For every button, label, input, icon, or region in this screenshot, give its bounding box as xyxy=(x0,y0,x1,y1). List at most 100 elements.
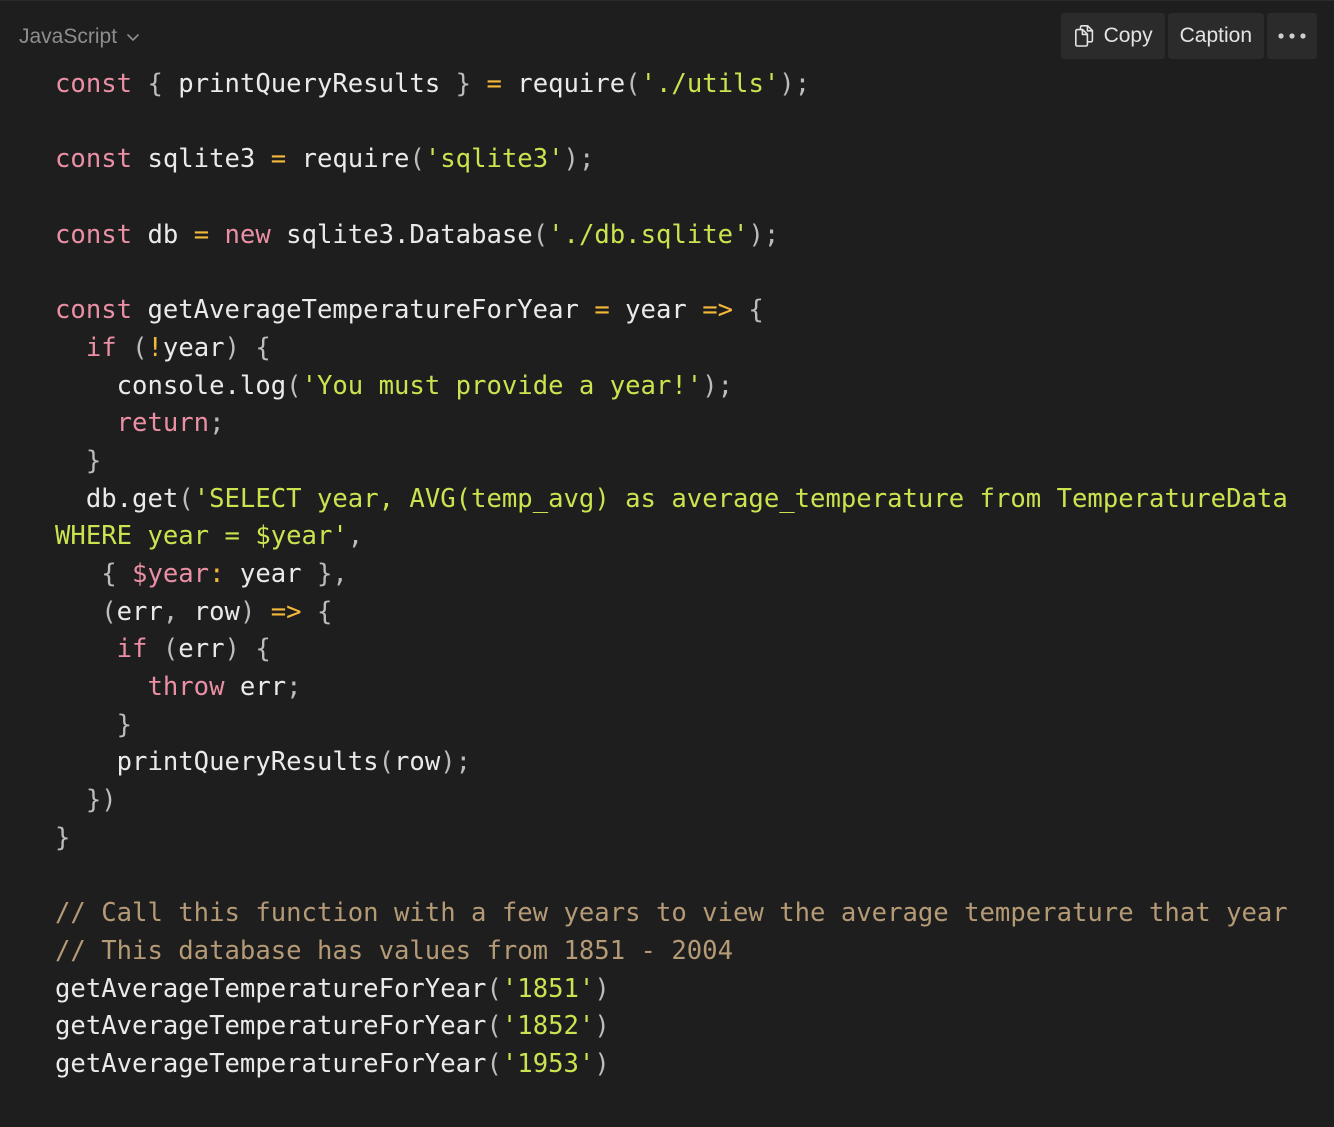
code-token: const xyxy=(55,69,133,99)
code-token: const xyxy=(55,219,133,250)
code-token: ( xyxy=(286,370,302,401)
code-token: 'SELECT year, AVG(temp_avg) as average_t… xyxy=(193,483,1288,514)
code-token: '1852' xyxy=(501,1011,595,1042)
code-token: ); xyxy=(702,370,734,401)
code-line: const db = new sqlite3.Database('./db.sq… xyxy=(55,217,1288,255)
code-token: ( xyxy=(147,634,179,665)
code-line: // This database has values from 1851 - … xyxy=(55,933,1288,971)
code-line: const sqlite3 = require('sqlite3'); xyxy=(55,141,1288,179)
code-token: = xyxy=(270,144,287,175)
code-token: ) xyxy=(594,1048,610,1079)
more-horizontal-icon xyxy=(1278,33,1306,39)
code-token: err xyxy=(224,672,287,702)
copy-icon xyxy=(1074,25,1093,47)
code-token: = xyxy=(193,219,210,250)
code-block-header: JavaScript Copy Caption xyxy=(0,1,1334,73)
code-line: if (!year) { xyxy=(55,330,1288,368)
more-options-button[interactable] xyxy=(1267,13,1317,59)
code-line: const getAverageTemperatureForYear = yea… xyxy=(55,292,1288,330)
code-token: if xyxy=(116,634,148,665)
code-token: => xyxy=(702,295,734,326)
code-line: throw err; xyxy=(55,669,1288,707)
code-token: { xyxy=(55,558,133,589)
code-token: ( xyxy=(409,144,425,175)
code-token: 'You must provide a year!' xyxy=(301,370,703,401)
code-token: ( xyxy=(486,973,502,1004)
code-token: ( xyxy=(532,219,549,250)
code-token: ); xyxy=(440,747,472,778)
code-line: if (err) { xyxy=(55,631,1288,669)
code-token: ( xyxy=(378,747,395,778)
code-toolbar: Copy Caption xyxy=(1060,13,1317,59)
code-token: require xyxy=(286,144,410,175)
code-token: , xyxy=(162,596,194,627)
code-line: } xyxy=(55,820,1288,858)
code-token: } xyxy=(55,822,71,853)
code-token: new xyxy=(209,219,271,250)
language-selector[interactable]: JavaScript xyxy=(19,21,141,53)
code-token: = xyxy=(594,295,610,326)
code-token: ( xyxy=(486,1011,502,1042)
code-token: ( xyxy=(116,332,148,363)
code-token: db xyxy=(132,219,194,250)
code-token: : xyxy=(209,558,225,589)
code-line: getAverageTemperatureForYear('1851') xyxy=(55,971,1288,1009)
code-token: // This database has values from 1851 - … xyxy=(55,935,733,966)
copy-button[interactable]: Copy xyxy=(1060,13,1165,59)
code-token: } xyxy=(55,709,133,740)
code-token: ) { xyxy=(224,634,271,665)
caption-button-label: Caption xyxy=(1179,24,1252,47)
code-token: = xyxy=(486,69,502,99)
code-token: require xyxy=(501,69,626,99)
code-token: getAverageTemperatureForYear xyxy=(55,1048,487,1079)
code-token: { xyxy=(132,69,179,99)
caption-button[interactable]: Caption xyxy=(1167,13,1264,59)
code-token: ) { xyxy=(224,332,271,363)
code-token: WHERE year = $year' xyxy=(55,521,348,552)
code-line: WHERE year = $year', xyxy=(55,518,1288,556)
code-token: printQueryResults xyxy=(178,69,441,99)
code-token: '1851' xyxy=(501,973,595,1004)
code-line: } xyxy=(55,443,1288,481)
code-line: printQueryResults(row); xyxy=(55,744,1288,782)
code-token: year xyxy=(224,558,317,589)
code-line: { $year: year }, xyxy=(55,556,1288,594)
code-token: $year xyxy=(132,558,210,589)
code-token: ; xyxy=(286,672,302,702)
code-token: err xyxy=(178,634,225,665)
code-line: getAverageTemperatureForYear('1953') xyxy=(55,1046,1288,1084)
code-token: => xyxy=(270,596,302,627)
code-line: (err, row) => { xyxy=(55,594,1288,632)
code-token: const xyxy=(55,144,133,175)
code-token: getAverageTemperatureForYear xyxy=(132,295,595,326)
code-token: ( xyxy=(625,69,641,99)
code-token: row xyxy=(193,596,240,627)
code-token: sqlite3 xyxy=(132,144,271,175)
code-token: } xyxy=(55,445,102,476)
code-token: getAverageTemperatureForYear xyxy=(55,973,487,1004)
code-line: // Call this function with a few years t… xyxy=(55,895,1288,933)
code-token: if xyxy=(85,332,117,363)
language-label: JavaScript xyxy=(19,25,118,48)
code-token: getAverageTemperatureForYear xyxy=(55,1011,487,1042)
code-token: { xyxy=(733,295,764,326)
code-token: console.log xyxy=(55,370,287,401)
code-token: ) xyxy=(594,973,610,1004)
code-token: './utils' xyxy=(640,69,780,99)
code-line: }) xyxy=(55,782,1288,820)
code-line: return; xyxy=(55,405,1288,443)
code-line: console.log('You must provide a year!'); xyxy=(55,368,1288,406)
code-token: ; xyxy=(209,408,225,439)
code-token: ); xyxy=(779,69,811,99)
code-token: const xyxy=(55,295,133,326)
code-token: err xyxy=(116,596,163,627)
code-content[interactable]: const { printQueryResults } = require('.… xyxy=(55,66,1288,1084)
code-token: } xyxy=(440,69,487,99)
